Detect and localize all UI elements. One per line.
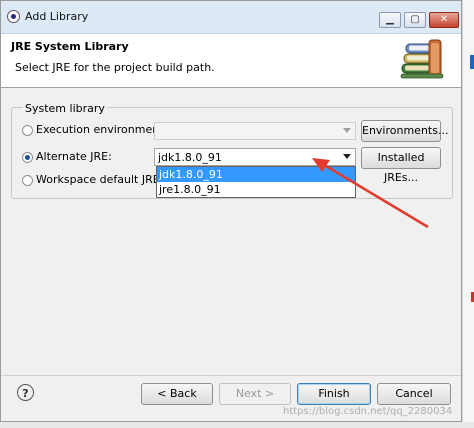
- arrow-head: [312, 158, 330, 172]
- annotation-arrow: [312, 158, 429, 229]
- background-bottom-edge: [0, 422, 474, 428]
- arrow-shaft: [325, 164, 429, 229]
